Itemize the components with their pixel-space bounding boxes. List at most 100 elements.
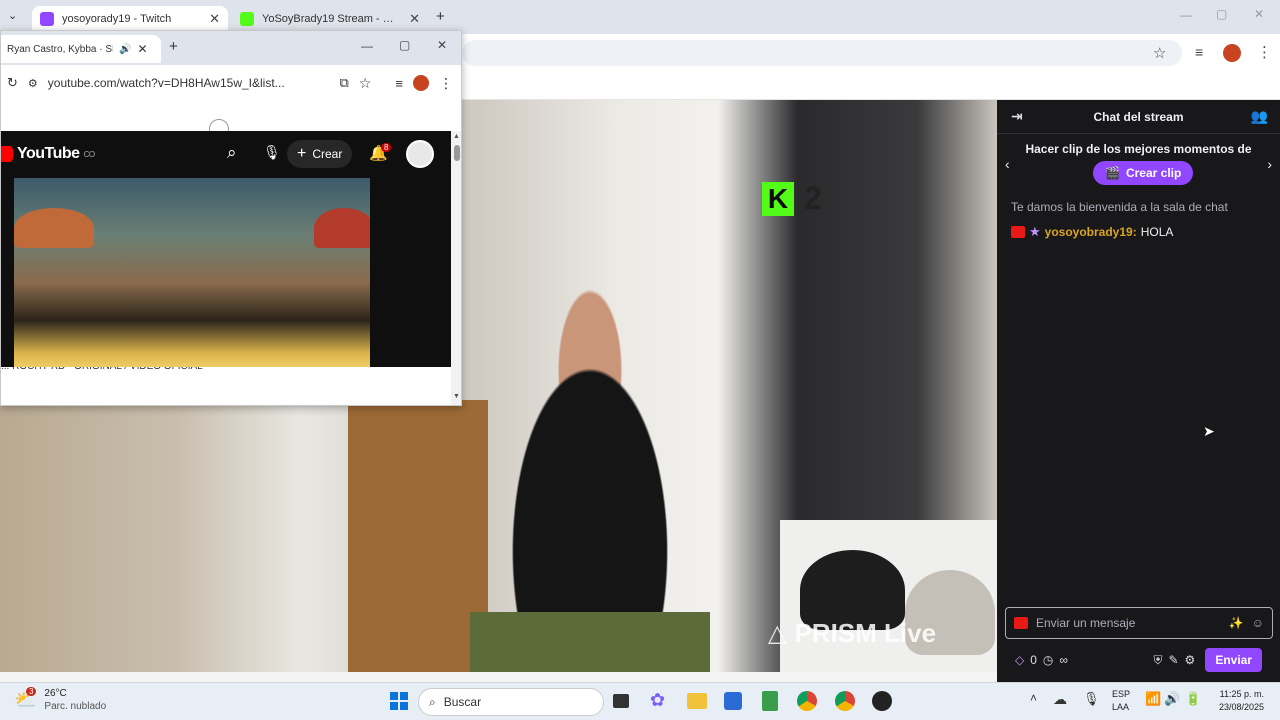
microphone-icon[interactable]: 🎙 xyxy=(1083,691,1100,707)
notepad-icon[interactable] xyxy=(762,691,778,711)
broadcaster-badge-icon xyxy=(1014,617,1028,629)
video-player[interactable] xyxy=(14,178,370,368)
profile-avatar[interactable] xyxy=(413,75,429,91)
channel-points-count: 0 xyxy=(1030,653,1037,667)
maximize-icon[interactable]: ▢ xyxy=(399,38,410,52)
chat-input-placeholder: Enviar un mensaje xyxy=(1036,616,1136,630)
clock[interactable]: 11:25 p. m. 23/08/2025 xyxy=(1212,688,1264,714)
file-explorer-icon[interactable] xyxy=(687,693,707,709)
new-tab-icon[interactable]: + xyxy=(169,38,178,55)
profile-avatar[interactable] xyxy=(1223,44,1241,62)
new-tab-icon[interactable]: + xyxy=(436,8,445,25)
microphone-icon[interactable]: 🎙 xyxy=(263,144,281,161)
collapse-chat-icon[interactable]: ⇥ xyxy=(1011,108,1023,125)
close-tab-icon[interactable]: ✕ xyxy=(209,11,220,27)
scroll-thumb[interactable] xyxy=(454,145,460,161)
tab-twitch-title: yosoyorady19 - Twitch xyxy=(62,13,172,25)
chevron-left-icon[interactable]: ‹ xyxy=(1005,156,1010,172)
weather-widget[interactable]: ⛅ 3 26°C Parc. nublado xyxy=(14,687,106,713)
reload-icon[interactable]: ↻ xyxy=(7,75,18,91)
chat-footer: ◇ 0 ◷ ∞ ⛨ ✎ ⚙ Enviar xyxy=(997,648,1280,672)
create-clip-button[interactable]: 🎬 Crear clip xyxy=(1093,161,1194,185)
shorts xyxy=(470,612,710,672)
celebrate-icon[interactable]: ✨ xyxy=(1229,616,1244,630)
popup-tab-youtube[interactable]: Ryan Castro, Kybba · SE 🔊 ✕ xyxy=(1,35,161,63)
chat-header: ⇥ Chat del stream 👥 xyxy=(997,100,1280,134)
prime-badge-icon: ★ xyxy=(1029,224,1041,239)
taskbar-search-placeholder: Buscar xyxy=(443,695,482,709)
chrome-icon[interactable] xyxy=(835,691,855,711)
twitch-favicon-icon xyxy=(40,12,54,26)
chat-title: Chat del stream xyxy=(1093,109,1184,124)
chat-input[interactable]: Enviar un mensaje ✨ ☺ xyxy=(1005,607,1273,639)
volume-icon[interactable]: 🔊 xyxy=(1164,691,1180,707)
wifi-icon[interactable]: 📶 xyxy=(1145,691,1161,707)
scroll-down-icon[interactable]: ▼ xyxy=(453,393,460,400)
audio-playing-icon[interactable]: 🔊 xyxy=(119,44,131,55)
copilot-icon[interactable]: ✿ xyxy=(650,690,665,711)
create-button[interactable]: + Crear xyxy=(287,140,353,168)
chevron-right-icon[interactable]: › xyxy=(1267,156,1272,172)
windows-start-icon[interactable] xyxy=(390,692,408,710)
popup-address-bar[interactable]: youtube.com/watch?v=DH8HAw15w_I&list... xyxy=(48,76,285,90)
minimize-icon[interactable]: — xyxy=(1180,8,1192,22)
prism-logo-icon: △ xyxy=(768,620,787,647)
pen-icon[interactable]: ✎ xyxy=(1168,653,1178,667)
store-icon[interactable] xyxy=(724,692,742,710)
install-app-icon[interactable]: ⧉ xyxy=(340,75,349,91)
chat-username[interactable]: yosoyobrady19: xyxy=(1045,225,1137,239)
create-clip-label: Crear clip xyxy=(1125,166,1182,180)
youtube-logo[interactable]: YouTube CO xyxy=(1,145,95,163)
battery-icon[interactable]: 🔋 xyxy=(1185,691,1201,707)
show-hidden-icons-icon[interactable]: ˄ xyxy=(1030,691,1037,705)
clip-banner-title: Hacer clip de los mejores momentos de xyxy=(1025,142,1252,156)
site-info-icon[interactable]: ⚙ xyxy=(28,77,38,90)
app-icon[interactable] xyxy=(872,691,892,711)
tab-twitch[interactable]: yosoyorady19 - Twitch ✕ xyxy=(32,6,228,32)
popup-scrollbar[interactable]: ▲ ▼ xyxy=(451,131,461,405)
popup-tab-title: Ryan Castro, Kybba · SE xyxy=(7,43,113,55)
tab-kick[interactable]: YoSoyBrady19 Stream - Watch ✕ xyxy=(232,6,428,32)
send-button[interactable]: Enviar xyxy=(1205,648,1262,672)
tab-list-button[interactable]: ⌄ xyxy=(8,9,17,22)
language-indicator[interactable]: ESP LAA xyxy=(1112,688,1130,714)
bookmark-star-icon[interactable]: ☆ xyxy=(1153,44,1166,62)
account-avatar[interactable] xyxy=(406,140,434,168)
maximize-icon[interactable]: ▢ xyxy=(1216,7,1227,21)
popup-bookmark-space xyxy=(1,101,461,139)
media-controls-icon[interactable]: ≡ xyxy=(395,76,403,91)
menu-kebab-icon[interactable]: ⋮ xyxy=(1257,43,1272,61)
onedrive-icon[interactable]: ☁ xyxy=(1053,691,1067,708)
community-icon[interactable]: 👥 xyxy=(1251,108,1268,125)
broadcaster-badge-icon xyxy=(1011,226,1025,238)
prism-watermark: △ PRISM Live xyxy=(768,618,936,649)
task-view-icon[interactable] xyxy=(613,694,629,708)
close-tab-icon[interactable]: ✕ xyxy=(409,11,420,27)
popup-browser-window: Ryan Castro, Kybba · SE 🔊 ✕ + — ▢ ✕ ↻ ⚙ … xyxy=(0,30,462,406)
video-title[interactable]: ... ROCHY RD - ORIGINAL / VIDEO OFICIAL xyxy=(1,367,451,371)
create-label: Crear xyxy=(312,147,343,161)
mod-shield-icon[interactable]: ⛨ xyxy=(1153,653,1162,668)
search-icon[interactable]: ⌕ xyxy=(227,143,237,163)
emote-picker-icon[interactable]: ☺ xyxy=(1252,616,1264,630)
clock-date: 23/08/2025 xyxy=(1218,702,1264,712)
scroll-up-icon[interactable]: ▲ xyxy=(453,133,460,140)
video-info-area: ... ROCHY RD - ORIGINAL / VIDEO OFICIAL xyxy=(1,367,461,405)
taskbar-search[interactable]: ⌕ Buscar xyxy=(418,688,604,716)
plus-icon: + xyxy=(297,145,307,162)
settings-gear-icon[interactable]: ⚙ xyxy=(1185,653,1196,667)
media-controls-icon[interactable]: ≡ xyxy=(1195,44,1203,60)
window-close-icon[interactable]: ✕ xyxy=(1254,7,1264,21)
timer-icon[interactable]: ◷ xyxy=(1043,653,1053,667)
back-address-bar[interactable] xyxy=(462,40,1182,66)
bookmark-star-icon[interactable]: ☆ xyxy=(359,75,372,92)
search-icon: ⌕ xyxy=(429,694,436,709)
youtube-country-code: CO xyxy=(83,149,96,159)
mushroom-lamp-left xyxy=(14,208,94,248)
close-tab-icon[interactable]: ✕ xyxy=(137,42,147,56)
channel-points-icon[interactable]: ◇ xyxy=(1015,653,1024,667)
window-close-icon[interactable]: ✕ xyxy=(437,38,447,52)
minimize-icon[interactable]: — xyxy=(361,39,373,53)
chrome-icon[interactable] xyxy=(797,691,817,711)
menu-kebab-icon[interactable]: ⋮ xyxy=(439,75,453,92)
